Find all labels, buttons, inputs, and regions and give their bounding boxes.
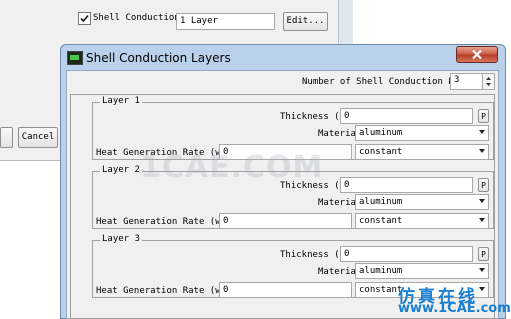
layer-1-heat-method-dropdown[interactable]: constant	[355, 144, 489, 160]
dialog-title: Shell Conduction Layers	[86, 51, 231, 65]
layer-3-heat-generation-input[interactable]: 0	[219, 282, 352, 298]
layer-3-thickness-input[interactable]: 0	[340, 246, 473, 262]
close-button[interactable]	[456, 46, 498, 63]
layers-count-field: 1 Layer	[176, 13, 275, 30]
layer-1-label: Layer 1	[100, 96, 142, 106]
layer-3-parameter-button[interactable]: P	[478, 247, 489, 261]
shell-conduction-checkbox[interactable]	[78, 12, 91, 25]
number-of-layers-spinner[interactable]: 3	[450, 73, 495, 90]
layer-1-material-dropdown[interactable]: aluminum	[355, 125, 489, 141]
layer-3-label: Layer 3	[100, 234, 142, 244]
layer-3-heat-method-value: constant	[359, 285, 403, 295]
dropdown-arrow-icon	[479, 130, 485, 134]
layer-1-thickness-input[interactable]: 0	[340, 108, 473, 124]
center-watermark: 1CAE.COM	[140, 150, 324, 185]
layer-2-heat-method-dropdown[interactable]: constant	[355, 213, 489, 229]
shell-conduction-label: Shell Conduction	[93, 13, 180, 23]
dropdown-arrow-icon	[479, 268, 485, 272]
layer-2-material-dropdown[interactable]: aluminum	[355, 194, 489, 210]
cancel-button[interactable]: Cancel	[18, 127, 58, 148]
dropdown-arrow-icon	[479, 218, 485, 222]
dropdown-arrow-icon	[479, 199, 485, 203]
close-icon	[472, 49, 482, 60]
layer-2-material-value: aluminum	[359, 197, 403, 207]
layer-3-material-value: aluminum	[359, 266, 403, 276]
layer-1-parameter-button[interactable]: P	[478, 109, 489, 123]
spinner-arrows[interactable]	[482, 74, 494, 89]
watermark-url: www.1CAE.com	[398, 301, 511, 316]
spinner-updown-icon	[486, 77, 491, 86]
ok-button-partial[interactable]	[0, 127, 13, 148]
layer-2-thickness-input[interactable]: 0	[340, 177, 473, 193]
layer-2-heat-generation-input[interactable]: 0	[219, 213, 352, 229]
layer-2-label: Layer 2	[100, 165, 142, 175]
layer-2-parameter-button[interactable]: P	[478, 178, 489, 192]
number-of-layers-value: 3	[454, 75, 460, 85]
dropdown-arrow-icon	[479, 287, 485, 291]
app-icon	[67, 51, 83, 65]
dropdown-arrow-icon	[479, 149, 485, 153]
layer-1-heat-method-value: constant	[359, 147, 403, 157]
layer-1-material-value: aluminum	[359, 128, 403, 138]
checkmark-icon	[80, 14, 89, 23]
layer-2-heat-method-value: constant	[359, 216, 403, 226]
layer-3-material-dropdown[interactable]: aluminum	[355, 263, 489, 279]
edit-button[interactable]: Edit...	[283, 12, 328, 31]
